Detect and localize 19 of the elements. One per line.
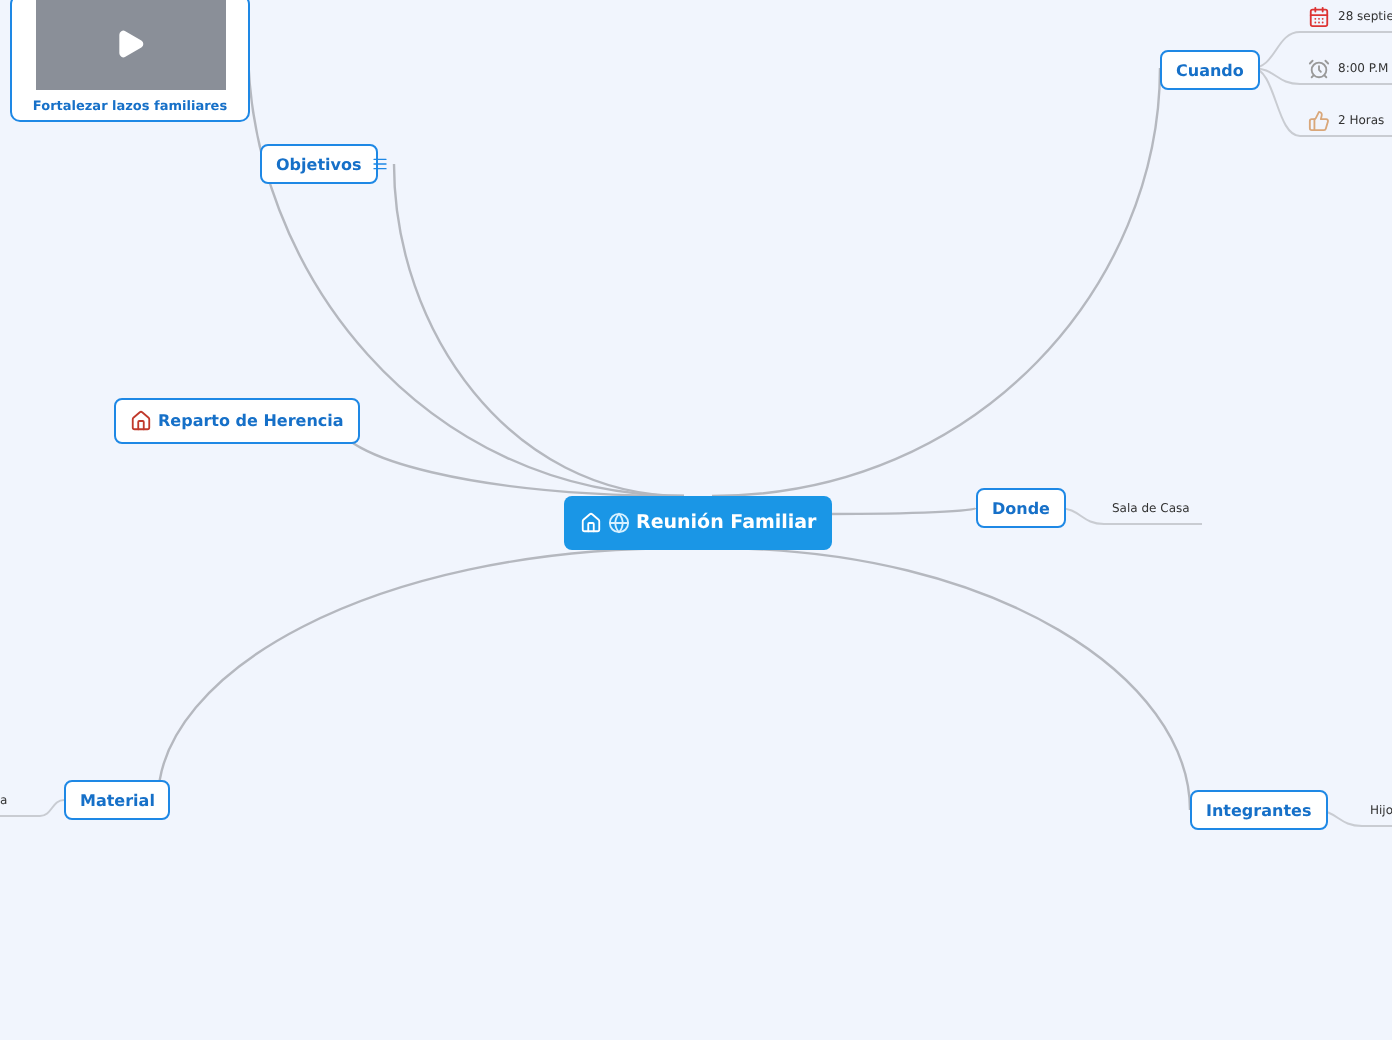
topic-node[interactable]: Reparto de Herencia — [114, 398, 360, 444]
topic-node[interactable]: Cuando — [1160, 50, 1260, 90]
notes-icon[interactable] — [372, 156, 388, 172]
globe-icon — [608, 512, 630, 534]
video-thumbnail-placeholder[interactable] — [35, 0, 225, 90]
connector-line — [0, 799, 65, 817]
thumbs-up-icon — [1308, 109, 1330, 131]
play-icon — [114, 27, 146, 59]
topic-node[interactable]: Objetivos — [260, 144, 378, 184]
calendar-icon — [1308, 5, 1330, 27]
central-topic-label: Reunión Familiar — [636, 512, 817, 534]
central-topic[interactable]: Reunión Familiar — [564, 496, 833, 550]
topic-node[interactable]: Integrantes — [1190, 790, 1328, 830]
house-icon — [130, 410, 152, 432]
alarm-clock-icon — [1308, 57, 1330, 79]
topic-label: Reparto de Herencia — [158, 412, 344, 430]
topic-node[interactable]: Donde — [976, 488, 1066, 528]
house-icon — [580, 512, 602, 534]
topic-node[interactable]: Material — [64, 780, 171, 820]
